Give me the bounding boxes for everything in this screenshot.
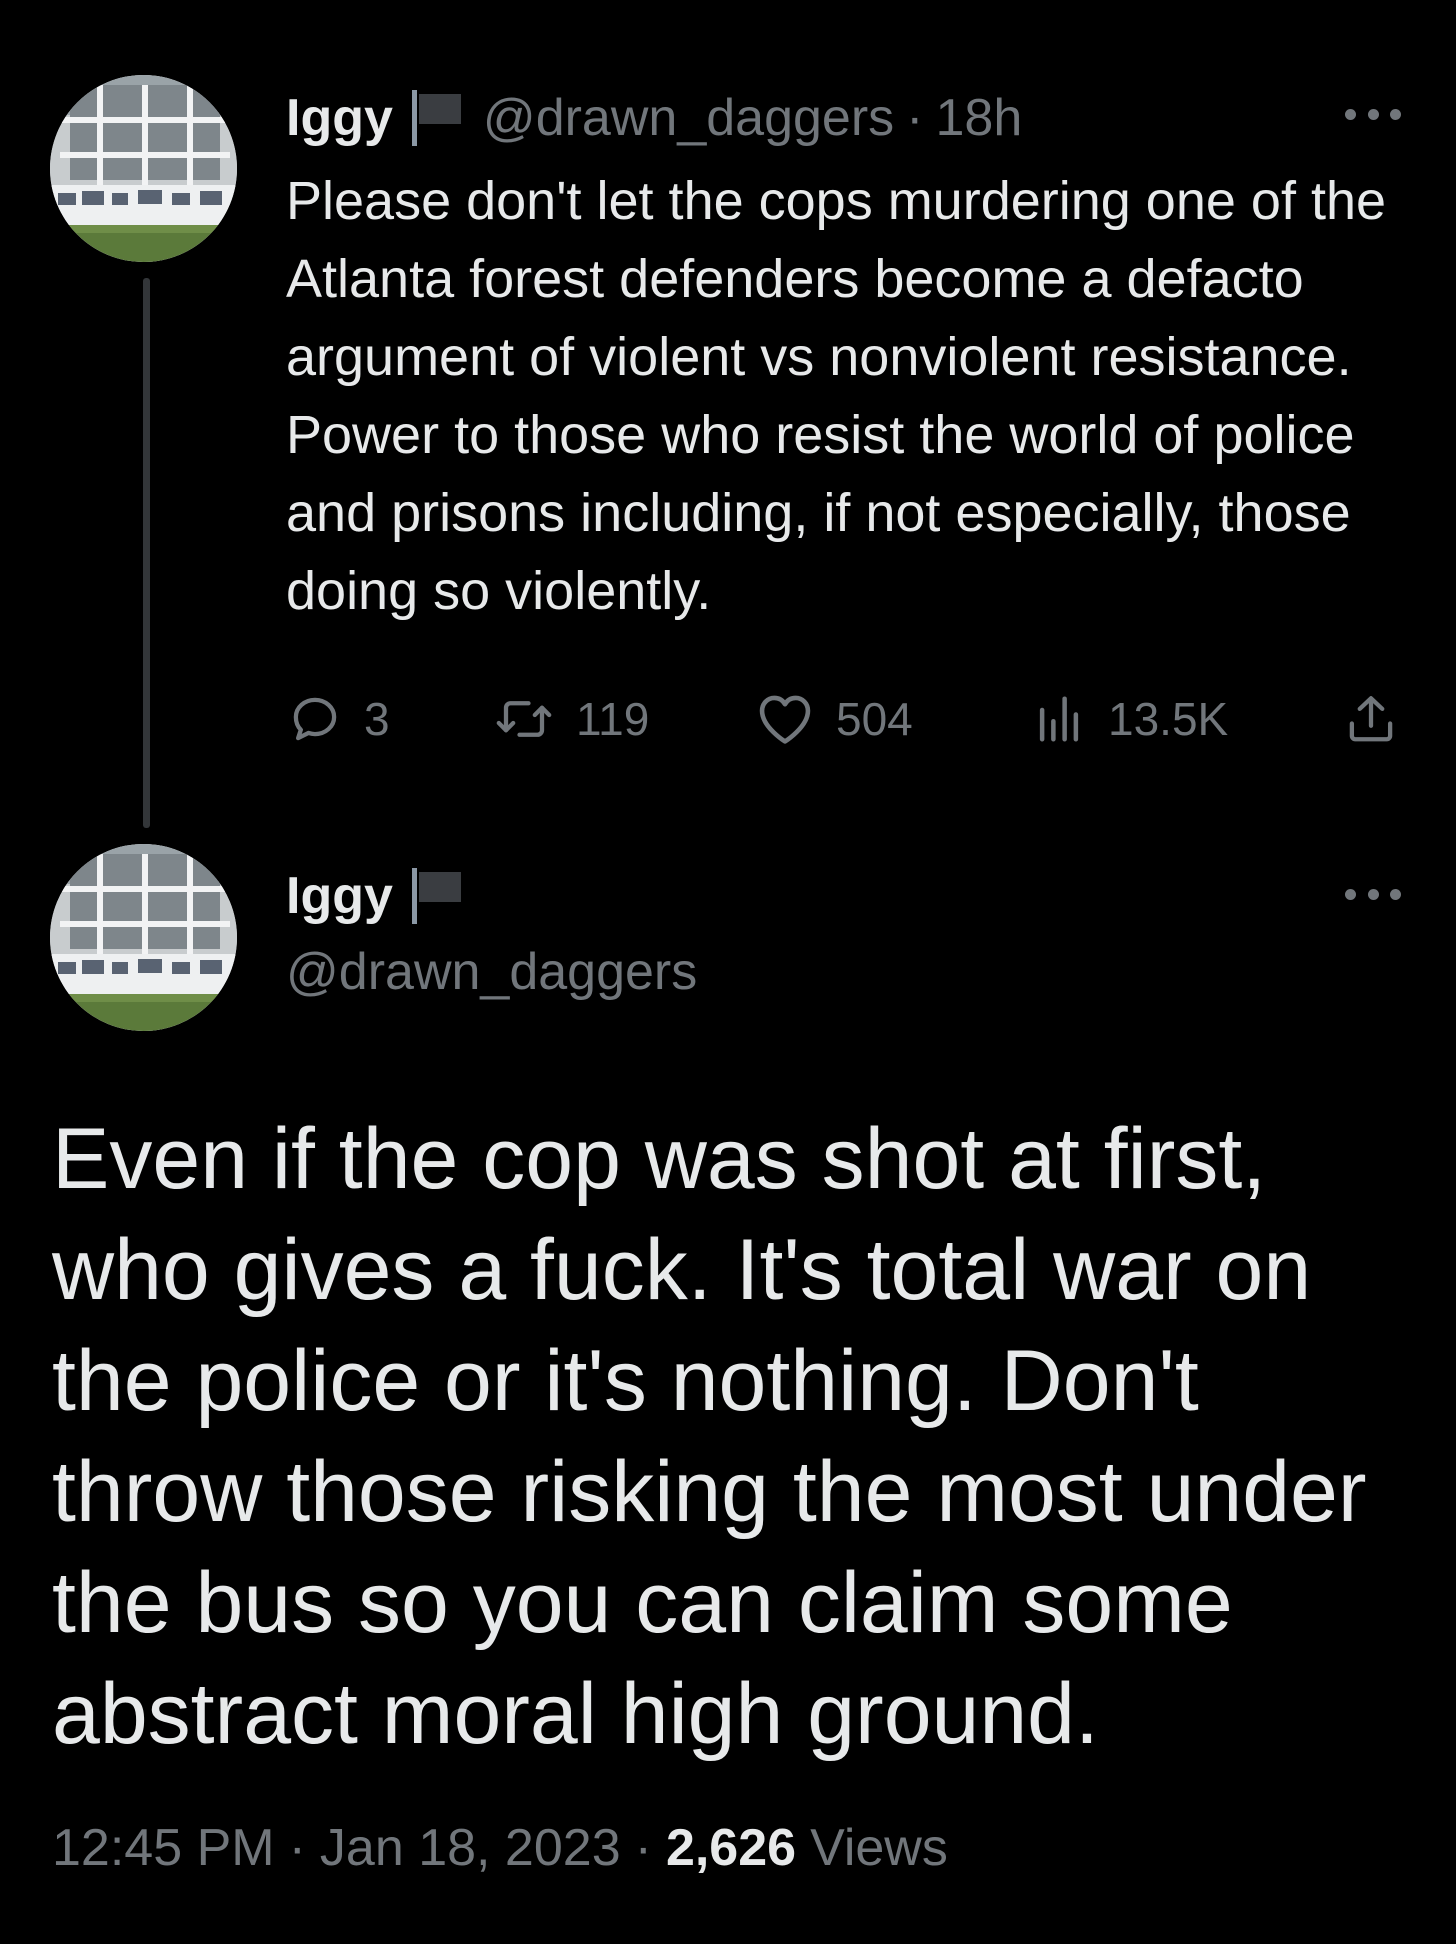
tweet-text: Even if the cop was shot at first, who g… bbox=[52, 1111, 1367, 1762]
like-count: 504 bbox=[836, 693, 913, 745]
retweet-icon bbox=[494, 692, 554, 746]
more-dots-icon[interactable] bbox=[1345, 884, 1401, 904]
views-label: Views bbox=[810, 1819, 948, 1877]
reply-bubble-icon bbox=[288, 692, 342, 746]
thread-connector-line bbox=[143, 278, 150, 828]
tweet-meta: 12:45 PM · Jan 18, 2023 · 2,626 Views bbox=[52, 1818, 948, 1878]
views-bar-chart-icon bbox=[1032, 692, 1086, 746]
views-button[interactable]: 13.5K bbox=[1032, 684, 1228, 754]
tweet-time[interactable]: 12:45 PM bbox=[52, 1818, 275, 1878]
timestamp[interactable]: 18h bbox=[936, 88, 1023, 148]
black-flag-icon bbox=[409, 88, 465, 148]
separator-dot: · bbox=[634, 1819, 652, 1877]
share-button[interactable] bbox=[1344, 684, 1398, 754]
share-upload-icon bbox=[1344, 692, 1398, 746]
separator-dot: · bbox=[906, 89, 924, 147]
retweet-count: 119 bbox=[576, 693, 650, 745]
views-count[interactable]: 2,626 bbox=[666, 1818, 796, 1878]
reply-button[interactable]: 3 bbox=[288, 684, 390, 754]
tweet-actions-bar: 3 119 504 13.5K bbox=[286, 684, 1402, 754]
display-name[interactable]: Iggy bbox=[286, 88, 393, 148]
handle[interactable]: @drawn_daggers bbox=[286, 942, 697, 1002]
separator-dot: · bbox=[288, 1819, 306, 1877]
display-name[interactable]: Iggy bbox=[286, 866, 393, 926]
like-button[interactable]: 504 bbox=[756, 684, 913, 754]
views-count: 13.5K bbox=[1108, 693, 1229, 745]
reply-count: 3 bbox=[364, 693, 390, 745]
tweet-text: Please don't let the cops murdering one … bbox=[286, 171, 1387, 621]
more-dots-icon[interactable] bbox=[1345, 104, 1401, 124]
tweet-date[interactable]: Jan 18, 2023 bbox=[320, 1818, 621, 1878]
retweet-button[interactable]: 119 bbox=[494, 684, 649, 754]
black-flag-icon bbox=[409, 866, 465, 926]
author-row: Iggy bbox=[286, 864, 465, 928]
avatar[interactable] bbox=[50, 844, 237, 1031]
author-row: Iggy @drawn_daggers · 18h bbox=[286, 86, 1022, 150]
handle[interactable]: @drawn_daggers bbox=[483, 88, 894, 148]
avatar[interactable] bbox=[50, 75, 237, 262]
heart-icon bbox=[756, 692, 814, 746]
